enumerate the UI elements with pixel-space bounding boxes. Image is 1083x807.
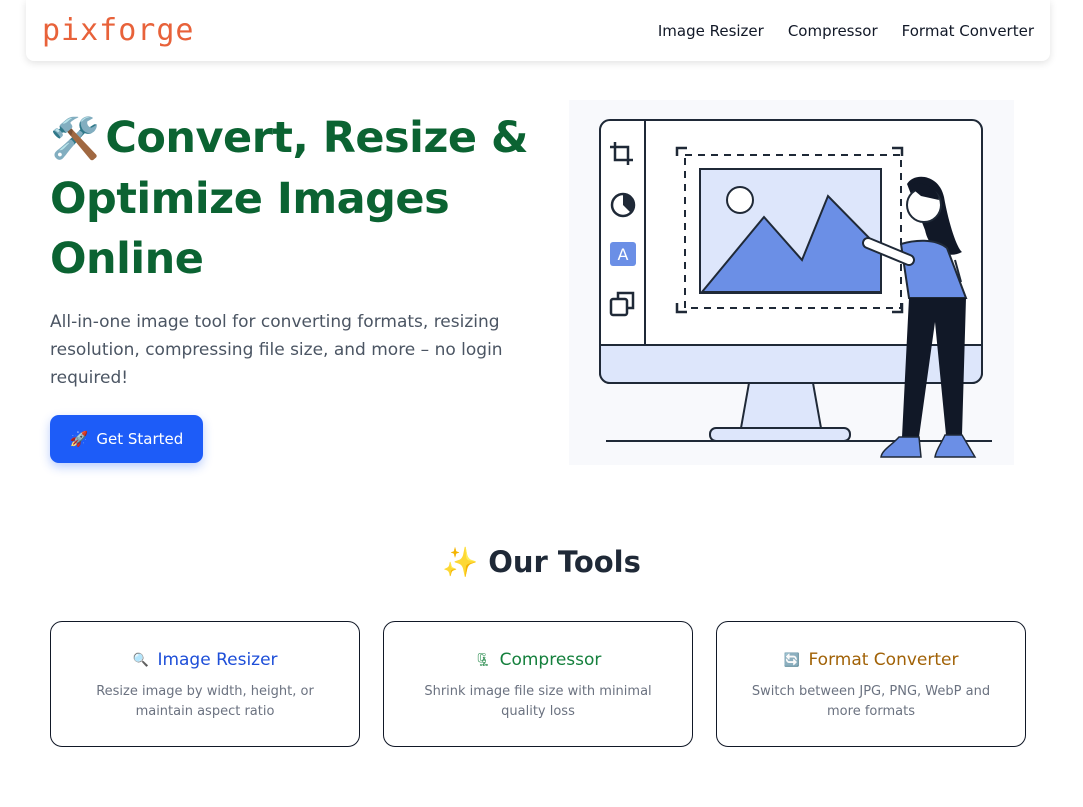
tools-heading-text: Our Tools [488,545,641,579]
hero-title: 🛠️ Convert, Resize & Optimize Images Onli… [50,108,530,289]
nav-links: Image Resizer Compressor Format Converte… [658,22,1034,40]
clamp-icon: 🗜 [474,652,492,668]
text-tool-icon: A [610,242,636,266]
top-navbar: pixforge Image Resizer Compressor Format… [26,0,1050,61]
tool-card-image-resizer[interactable]: 🔍 Image Resizer Resize image by width, h… [50,621,360,747]
svg-text:A: A [618,245,629,264]
hero-illustration: A [569,100,1014,465]
sparkles-icon: ✨ [442,545,479,579]
get-started-button[interactable]: 🚀 Get Started [50,415,203,463]
card-title-row: 🔄 Format Converter [717,650,1025,670]
get-started-label: Get Started [96,430,184,448]
nav-link-format-converter[interactable]: Format Converter [902,22,1034,40]
nav-link-compressor[interactable]: Compressor [788,22,878,40]
tool-card-format-converter[interactable]: 🔄 Format Converter Switch between JPG, P… [716,621,1026,747]
hero-subtitle: All-in-one image tool for converting for… [50,312,503,388]
card-title: Compressor [499,650,602,670]
card-description: Switch between JPG, PNG, WebP and more f… [751,684,991,719]
refresh-icon: 🔄 [783,652,801,668]
card-title: Image Resizer [157,650,278,670]
nav-link-image-resizer[interactable]: Image Resizer [658,22,764,40]
card-description: Shrink image file size with minimal qual… [424,684,652,719]
hero-title-text: Convert, Resize & Optimize Images Online [50,113,529,284]
tool-card-compressor[interactable]: 🗜 Compressor Shrink image file size with… [383,621,693,747]
brand-logo[interactable]: pixforge [42,13,195,48]
card-title: Format Converter [808,650,959,670]
tools-heading: ✨ Our Tools [0,545,1083,580]
magnifier-icon: 🔍 [132,652,150,668]
card-title-row: 🗜 Compressor [384,650,692,670]
card-description: Resize image by width, height, or mainta… [96,684,314,719]
tools-emoji-icon: 🛠️ [50,116,100,162]
rocket-icon: 🚀 [69,430,89,448]
card-title-row: 🔍 Image Resizer [51,650,359,670]
